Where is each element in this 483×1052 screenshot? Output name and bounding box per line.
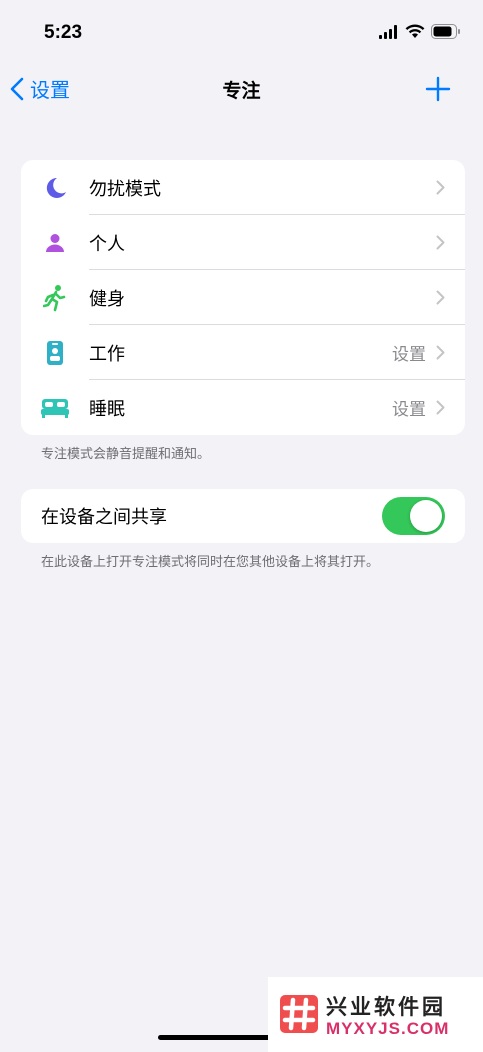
toggle-knob xyxy=(410,500,442,532)
chevron-right-icon xyxy=(436,400,445,415)
bed-icon xyxy=(21,398,89,418)
page-title: 专注 xyxy=(222,80,261,102)
focus-footnote: 专注模式会静音提醒和通知。 xyxy=(41,447,211,462)
id-badge-icon xyxy=(21,340,89,366)
focus-item-work[interactable]: 工作 设置 xyxy=(21,325,465,380)
chevron-right-icon xyxy=(436,180,445,195)
battery-icon xyxy=(431,24,460,39)
chevron-right-icon xyxy=(436,290,445,305)
share-footnote: 在此设备上打开专注模式将同时在您其他设备上将其打开。 xyxy=(41,555,380,570)
share-label: 在设备之间共享 xyxy=(41,507,167,528)
share-across-devices-row: 在设备之间共享 xyxy=(21,489,465,543)
focus-item-label: 勿扰模式 xyxy=(89,178,161,200)
cellular-signal-icon xyxy=(379,24,397,39)
hash-logo-icon xyxy=(280,995,318,1033)
share-across-devices-group: 在设备之间共享 xyxy=(21,489,465,543)
focus-item-do-not-disturb[interactable]: 勿扰模式 xyxy=(21,160,465,215)
status-time: 5:23 xyxy=(44,22,83,43)
status-bar: 5:23 xyxy=(0,0,483,70)
chevron-right-icon xyxy=(436,235,445,250)
status-icons xyxy=(379,24,461,39)
focus-item-fitness[interactable]: 健身 xyxy=(21,270,465,325)
chevron-right-icon xyxy=(436,345,445,360)
focus-item-label: 睡眠 xyxy=(89,398,125,420)
focus-item-personal[interactable]: 个人 xyxy=(21,215,465,270)
focus-item-label: 个人 xyxy=(89,233,125,255)
watermark-url: MYXYJS.COM xyxy=(326,1019,450,1038)
focus-item-label: 健身 xyxy=(89,288,125,310)
wifi-icon xyxy=(405,24,425,38)
focus-item-value: 设置 xyxy=(392,400,426,420)
focus-item-label: 工作 xyxy=(89,343,125,365)
focus-item-value: 设置 xyxy=(392,345,426,365)
focus-modes-list: 勿扰模式 个人 健身 工作 设置 睡眠 设置 xyxy=(21,160,465,435)
navigation-bar: 设置 专注 xyxy=(0,66,483,114)
running-figure-icon xyxy=(21,284,89,312)
add-button[interactable] xyxy=(425,76,451,106)
person-icon xyxy=(21,232,89,254)
focus-item-sleep[interactable]: 睡眠 设置 xyxy=(21,380,465,435)
watermark-title: 兴业软件园 xyxy=(326,995,446,1019)
plus-icon xyxy=(425,76,451,102)
moon-icon xyxy=(21,175,89,201)
share-across-devices-toggle[interactable] xyxy=(382,497,445,535)
watermark: 兴业软件园 MYXYJS.COM xyxy=(268,977,483,1052)
